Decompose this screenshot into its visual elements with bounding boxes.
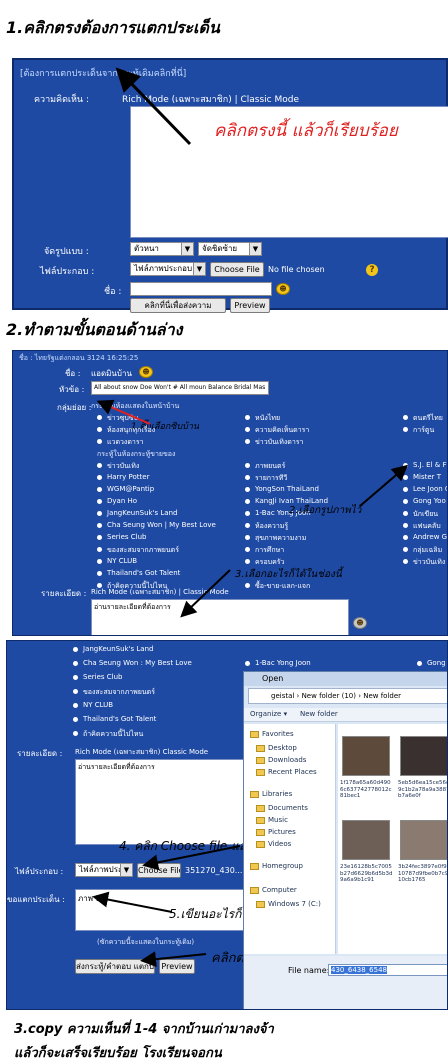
arrow-submit — [140, 951, 207, 968]
arrow-pick — [359, 464, 409, 507]
annotation-arrows — [92, 67, 409, 968]
arrow-any — [180, 569, 231, 618]
arrow-step1 — [115, 67, 192, 146]
arrow-tick — [96, 399, 151, 425]
arrow-choose — [142, 845, 241, 871]
arrow-write — [92, 891, 173, 913]
